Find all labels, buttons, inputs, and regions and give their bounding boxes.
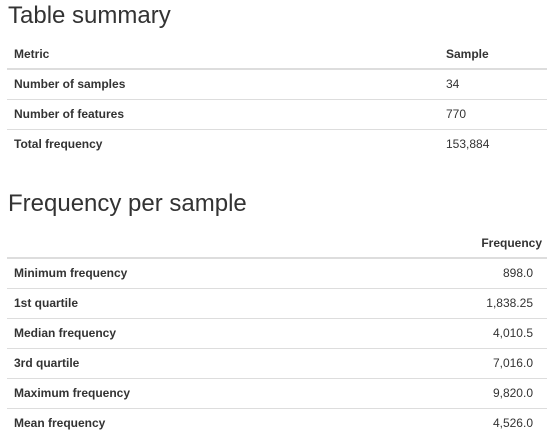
row-label: 1st quartile (7, 287, 354, 318)
table-row: Number of samples 34 (7, 69, 547, 99)
frequency-per-sample-table: Frequency Minimum frequency 898.0 1st qu… (7, 228, 547, 438)
table-row: 1st quartile 1,838.25 (7, 287, 547, 318)
table-row: Minimum frequency 898.0 (7, 258, 547, 288)
frequency-per-sample-heading: Frequency per sample (8, 190, 247, 217)
table-row: 3rd quartile 7,016.0 (7, 347, 547, 378)
table-row: Maximum frequency 9,820.0 (7, 377, 547, 408)
row-value: 153,884 (439, 128, 547, 159)
row-value: 770 (439, 98, 547, 129)
row-value: 4,526.0 (353, 407, 547, 438)
row-label: Total frequency (7, 128, 439, 159)
row-label: Minimum frequency (14, 266, 128, 281)
table-row: Number of features 770 (7, 98, 547, 129)
column-header-frequency: Frequency (353, 228, 547, 259)
row-label: Number of samples (14, 77, 126, 92)
table-row: Mean frequency 4,526.0 (7, 407, 547, 438)
row-value: 4,010.5 (353, 317, 547, 348)
row-value: 7,016.0 (353, 347, 547, 378)
table-header-row: Metric Sample (7, 40, 547, 70)
row-label: Median frequency (7, 317, 354, 348)
row-value: 1,838.25 (353, 287, 547, 318)
row-value: 9,820.0 (353, 377, 547, 408)
row-label: 3rd quartile (7, 347, 354, 378)
table-row: Median frequency 4,010.5 (7, 317, 547, 348)
table-row: Total frequency 153,884 (7, 128, 547, 159)
column-header-sample: Sample (439, 40, 547, 70)
column-header-blank (7, 228, 354, 259)
row-value: 34 (446, 77, 460, 92)
row-label: Number of features (7, 98, 439, 129)
table-summary-table: Metric Sample Number of samples 34 Numbe… (7, 40, 547, 159)
column-header-metric: Metric (7, 40, 439, 70)
table-summary-heading: Table summary (8, 2, 171, 29)
row-value: 898.0 (502, 266, 533, 281)
row-label: Mean frequency (7, 407, 354, 438)
row-label: Maximum frequency (7, 377, 354, 408)
table-header-row: Frequency (7, 228, 547, 259)
